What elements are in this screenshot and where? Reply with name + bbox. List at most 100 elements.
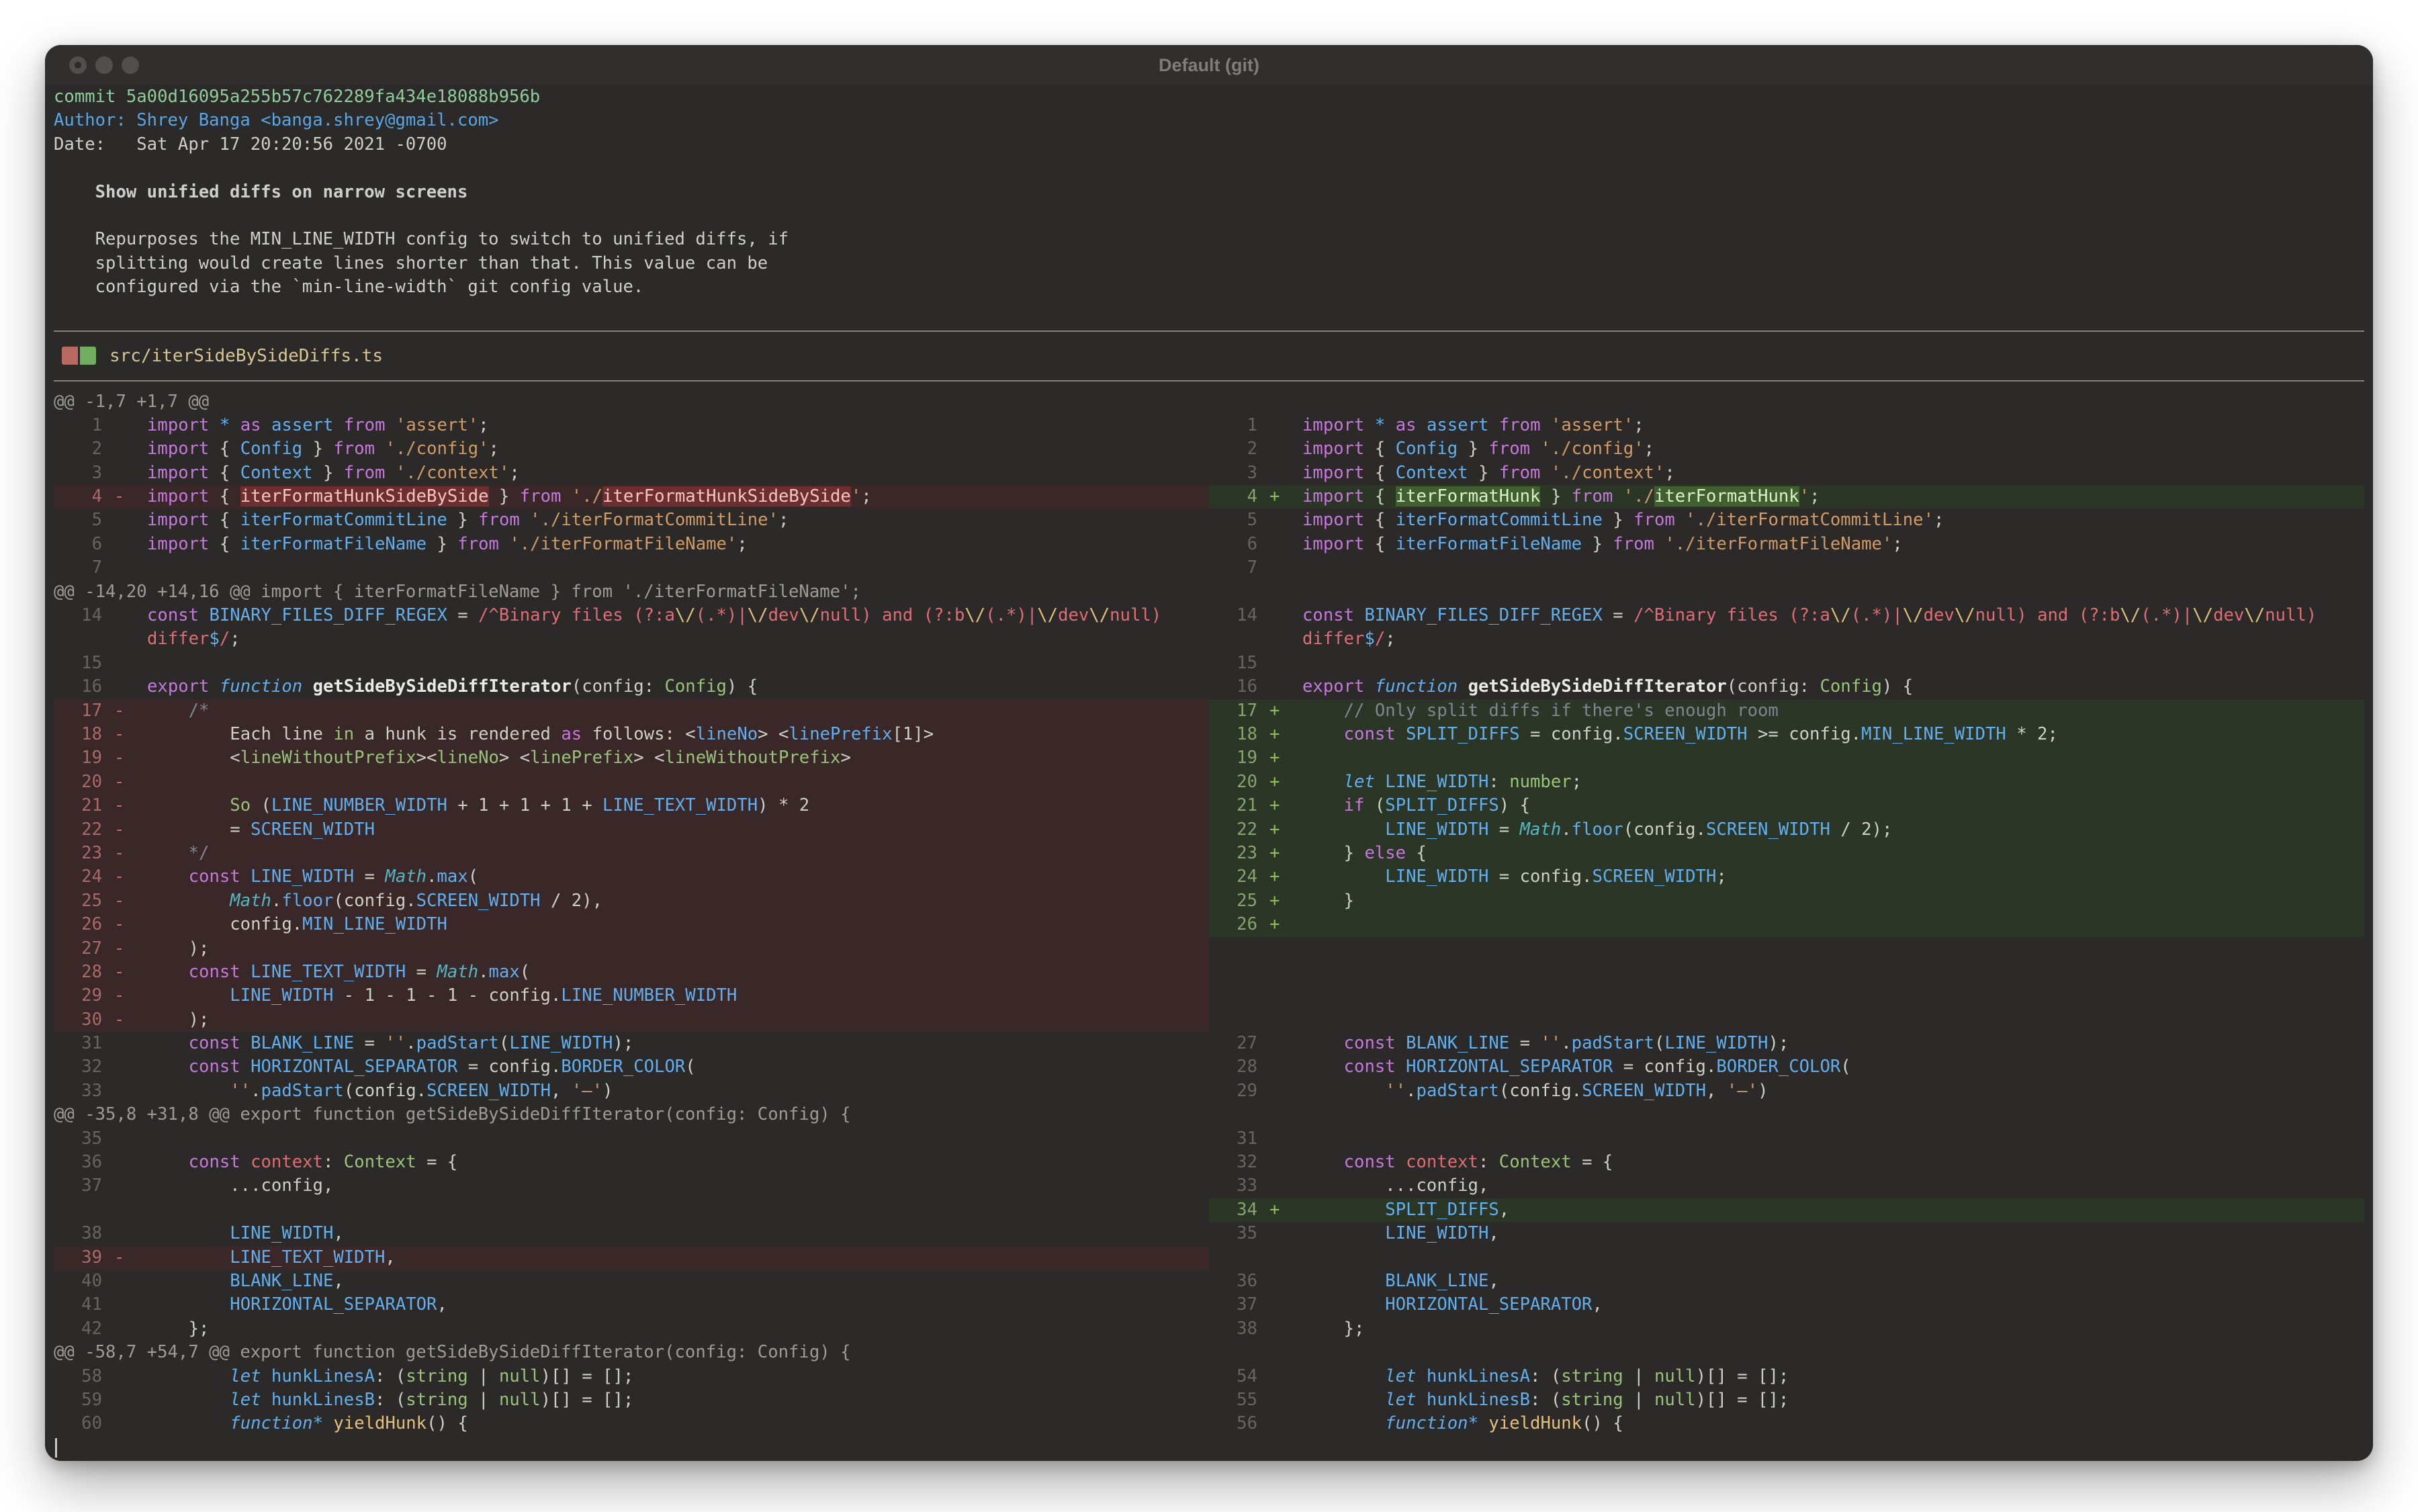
diff-row: 16export function getSideBySideDiffItera… bbox=[54, 675, 2364, 699]
diff-line-right: 6import { iterFormatFileName } from './i… bbox=[1209, 533, 2364, 556]
diff-marker: - bbox=[102, 485, 147, 508]
diff-marker bbox=[1257, 437, 1302, 461]
code-text: const HORIZONTAL_SEPARATOR = config.BORD… bbox=[147, 1055, 1209, 1079]
diff-marker: + bbox=[1257, 794, 1302, 817]
diff-marker: + bbox=[1257, 889, 1302, 913]
diff-modified-icon bbox=[62, 347, 96, 365]
diff-marker bbox=[102, 652, 147, 675]
code-text: ...config, bbox=[147, 1174, 1209, 1198]
code-text: import { Context } from './context'; bbox=[1302, 461, 2364, 485]
line-number: 35 bbox=[1209, 1222, 1257, 1245]
diff-line-left: 16export function getSideBySideDiffItera… bbox=[54, 675, 1209, 699]
diff-marker bbox=[102, 1412, 147, 1435]
code-text: LINE_WIDTH = config.SCREEN_WIDTH; bbox=[1302, 865, 2364, 889]
diff-line-left: 24- const LINE_WIDTH = Math.max( bbox=[54, 865, 1209, 889]
line-number: 31 bbox=[54, 1032, 102, 1055]
diff-row: 29- LINE_WIDTH - 1 - 1 - 1 - config.LINE… bbox=[54, 984, 2364, 1008]
line-number bbox=[54, 627, 102, 651]
line-number: 40 bbox=[54, 1270, 102, 1293]
line-number: 32 bbox=[1209, 1151, 1257, 1174]
code-text: So (LINE_NUMBER_WIDTH + 1 + 1 + 1 + LINE… bbox=[147, 794, 1209, 817]
diff-marker bbox=[1257, 627, 1302, 651]
diff-rows: @@ -1,7 +1,7 @@1import * as assert from … bbox=[54, 390, 2364, 1460]
code-text: import { iterFormatHunk } from './iterFo… bbox=[1302, 485, 2364, 508]
diff-line-right: 4+import { iterFormatHunk } from './iter… bbox=[1209, 485, 2364, 508]
terminal-content: commit 5a00d16095a255b57c762289fa434e180… bbox=[54, 85, 2364, 1461]
diff-row: 38 LINE_WIDTH,35 LINE_WIDTH, bbox=[54, 1222, 2364, 1245]
close-button[interactable] bbox=[69, 56, 87, 74]
diff-marker: + bbox=[1257, 1198, 1302, 1222]
diff-line-right: 1import * as assert from 'assert'; bbox=[1209, 414, 2364, 437]
commit-date-line: Date: Sat Apr 17 20:20:56 2021 -0700 bbox=[54, 133, 2364, 157]
diff-marker bbox=[1257, 652, 1302, 675]
diff-line-right: 34+ SPLIT_DIFFS, bbox=[1209, 1198, 2364, 1222]
line-number: 2 bbox=[1209, 437, 1257, 461]
code-text bbox=[1302, 556, 2364, 580]
window-title: Default (git) bbox=[45, 45, 2373, 85]
line-number: 24 bbox=[1209, 865, 1257, 889]
diff-row: 3import { Context } from './context';3im… bbox=[54, 461, 2364, 485]
hunk-header: @@ -35,8 +31,8 @@ export function getSid… bbox=[54, 1103, 2364, 1126]
commit-author-line: Author: Shrey Banga <banga.shrey@gmail.c… bbox=[54, 109, 2364, 132]
line-number: 37 bbox=[54, 1174, 102, 1198]
line-number: 25 bbox=[1209, 889, 1257, 913]
line-number: 6 bbox=[1209, 533, 1257, 556]
diff-line-left: 36 const context: Context = { bbox=[54, 1151, 1209, 1174]
diff-line-left: 25- Math.floor(config.SCREEN_WIDTH / 2), bbox=[54, 889, 1209, 913]
diff-marker bbox=[1257, 1032, 1302, 1055]
line-number: 23 bbox=[54, 842, 102, 865]
diff-row: 37 ...config,33 ...config, bbox=[54, 1174, 2364, 1198]
code-text: <lineWithoutPrefix><lineNo> <linePrefix>… bbox=[147, 746, 1209, 770]
title-bar[interactable]: Default (git) bbox=[45, 45, 2373, 85]
code-text: import { iterFormatCommitLine } from './… bbox=[1302, 508, 2364, 532]
zoom-button[interactable] bbox=[122, 56, 139, 74]
line-number: 4 bbox=[1209, 485, 1257, 508]
line-number: 31 bbox=[1209, 1127, 1257, 1151]
line-number: 60 bbox=[54, 1412, 102, 1435]
blank-line bbox=[54, 157, 2364, 180]
diff-line-right: 15 bbox=[1209, 652, 2364, 675]
diff-line-left: 58 let hunkLinesA: (string | null)[] = [… bbox=[54, 1365, 1209, 1388]
code-text: ''.padStart(config.SCREEN_WIDTH, '—') bbox=[147, 1079, 1209, 1103]
diff-line-right: 24+ LINE_WIDTH = config.SCREEN_WIDTH; bbox=[1209, 865, 2364, 889]
diff-line-right: 31 bbox=[1209, 1127, 2364, 1151]
diff-line-right: 16export function getSideBySideDiffItera… bbox=[1209, 675, 2364, 699]
diff-row: 6import { iterFormatFileName } from './i… bbox=[54, 533, 2364, 556]
code-text: ''.padStart(config.SCREEN_WIDTH, '—') bbox=[1302, 1079, 2364, 1103]
diff-marker: - bbox=[102, 723, 147, 746]
diff-marker bbox=[102, 1317, 147, 1341]
diff-marker bbox=[1257, 533, 1302, 556]
cursor-line bbox=[54, 1436, 2364, 1460]
diff-marker: - bbox=[102, 961, 147, 984]
minimize-button[interactable] bbox=[95, 56, 113, 74]
line-number: 37 bbox=[1209, 1293, 1257, 1317]
diff-line-left: 14const BINARY_FILES_DIFF_REGEX = /^Bina… bbox=[54, 604, 1209, 627]
line-number: 28 bbox=[54, 961, 102, 984]
diff-line-right: 36 BLANK_LINE, bbox=[1209, 1270, 2364, 1293]
diff-line-right: 37 HORIZONTAL_SEPARATOR, bbox=[1209, 1293, 2364, 1317]
diff-marker: + bbox=[1257, 699, 1302, 723]
code-text: }; bbox=[1302, 1317, 2364, 1341]
horizontal-separator bbox=[54, 380, 2364, 382]
code-text: function* yieldHunk() { bbox=[147, 1412, 1209, 1435]
diff-marker bbox=[102, 1174, 147, 1198]
line-number: 41 bbox=[54, 1293, 102, 1317]
code-text: = SCREEN_WIDTH bbox=[147, 818, 1209, 842]
commit-body-line: configured via the `min-line-width` git … bbox=[54, 275, 2364, 299]
code-text: const context: Context = { bbox=[1302, 1151, 2364, 1174]
diff-marker: - bbox=[102, 818, 147, 842]
line-number: 56 bbox=[1209, 1412, 1257, 1435]
line-number: 33 bbox=[54, 1079, 102, 1103]
diff-marker bbox=[102, 627, 147, 651]
code-text: LINE_WIDTH, bbox=[147, 1222, 1209, 1245]
commit-hash-line: commit 5a00d16095a255b57c762289fa434e180… bbox=[54, 85, 2364, 109]
diff-line-right bbox=[1209, 937, 2364, 961]
line-number: 17 bbox=[54, 699, 102, 723]
file-header: src/iterSideBySideDiffs.ts bbox=[54, 332, 2364, 380]
diff-marker: - bbox=[102, 984, 147, 1008]
code-text bbox=[1302, 652, 2364, 675]
diff-row: 36 const context: Context = {32 const co… bbox=[54, 1151, 2364, 1174]
diff-marker: + bbox=[1257, 865, 1302, 889]
diff-row: 34+ SPLIT_DIFFS, bbox=[54, 1198, 2364, 1222]
diff-line-left: 1import * as assert from 'assert'; bbox=[54, 414, 1209, 437]
